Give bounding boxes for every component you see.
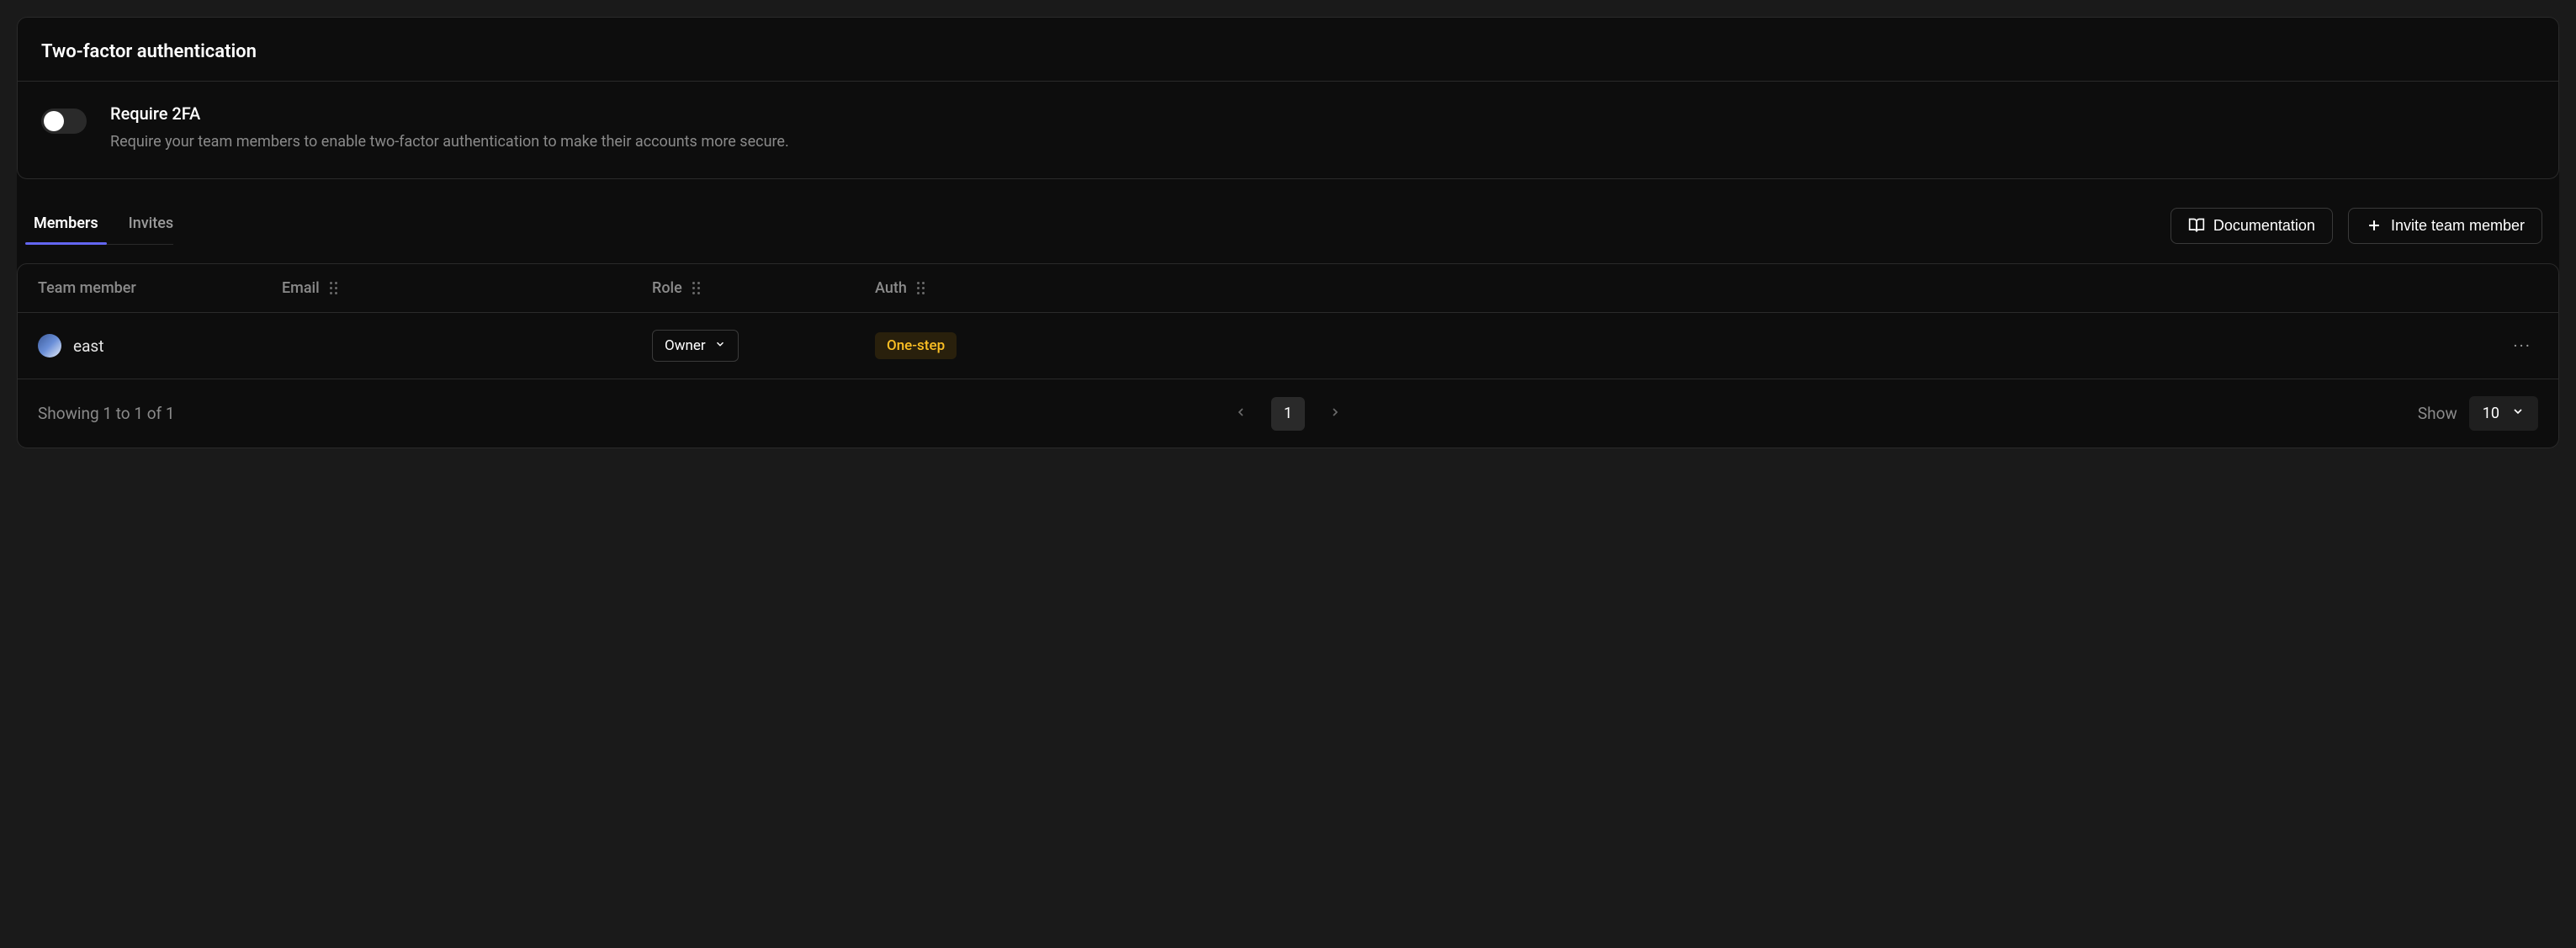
- tab-list: Members Invites: [34, 206, 173, 245]
- tfa-card-title: Two-factor authentication: [41, 41, 2535, 62]
- current-page-number[interactable]: 1: [1271, 397, 1305, 431]
- more-actions-button[interactable]: ···: [2506, 332, 2538, 359]
- previous-page-button[interactable]: [1227, 399, 1254, 429]
- table-header-row: Team member Email Role Auth: [18, 264, 2558, 313]
- role-value: Owner: [665, 337, 706, 354]
- documentation-button[interactable]: Documentation: [2171, 208, 2333, 244]
- drag-handle-icon[interactable]: [917, 282, 925, 294]
- role-select[interactable]: Owner: [652, 330, 739, 362]
- page-size-label: Show: [2418, 404, 2457, 423]
- require-2fa-label: Require 2FA: [110, 103, 2535, 124]
- require-2fa-toggle[interactable]: [41, 109, 87, 134]
- drag-handle-icon[interactable]: [692, 282, 700, 294]
- drag-handle-icon[interactable]: [330, 282, 337, 294]
- avatar: [38, 334, 61, 357]
- documentation-label: Documentation: [2213, 217, 2315, 235]
- tab-invites[interactable]: Invites: [129, 206, 174, 244]
- invite-team-member-button[interactable]: Invite team member: [2348, 208, 2542, 244]
- table-row: east Owner One-step ···: [18, 313, 2558, 379]
- page-size-select[interactable]: 10: [2469, 396, 2538, 431]
- column-header-role[interactable]: Role: [652, 279, 875, 297]
- plus-icon: [2366, 217, 2383, 234]
- next-page-button[interactable]: [1322, 399, 1349, 429]
- toggle-knob: [44, 111, 64, 131]
- tab-members[interactable]: Members: [34, 206, 98, 244]
- pagination-controls: 1: [1227, 397, 1349, 431]
- chevron-down-icon: [714, 337, 726, 354]
- chevron-down-icon: [2511, 405, 2525, 422]
- pagination-info: Showing 1 to 1 of 1: [38, 404, 175, 423]
- column-header-email[interactable]: Email: [282, 279, 652, 297]
- page-size-value: 10: [2483, 405, 2499, 422]
- column-header-team-member: Team member: [38, 279, 282, 297]
- member-name: east: [73, 336, 103, 356]
- book-icon: [2188, 217, 2205, 234]
- invite-label: Invite team member: [2391, 217, 2525, 235]
- require-2fa-description: Require your team members to enable two-…: [110, 130, 2535, 153]
- two-factor-auth-card: Two-factor authentication Require 2FA Re…: [17, 17, 2559, 179]
- members-table: Team member Email Role Auth: [17, 263, 2559, 448]
- column-header-auth[interactable]: Auth: [875, 279, 1127, 297]
- auth-badge: One-step: [875, 332, 957, 359]
